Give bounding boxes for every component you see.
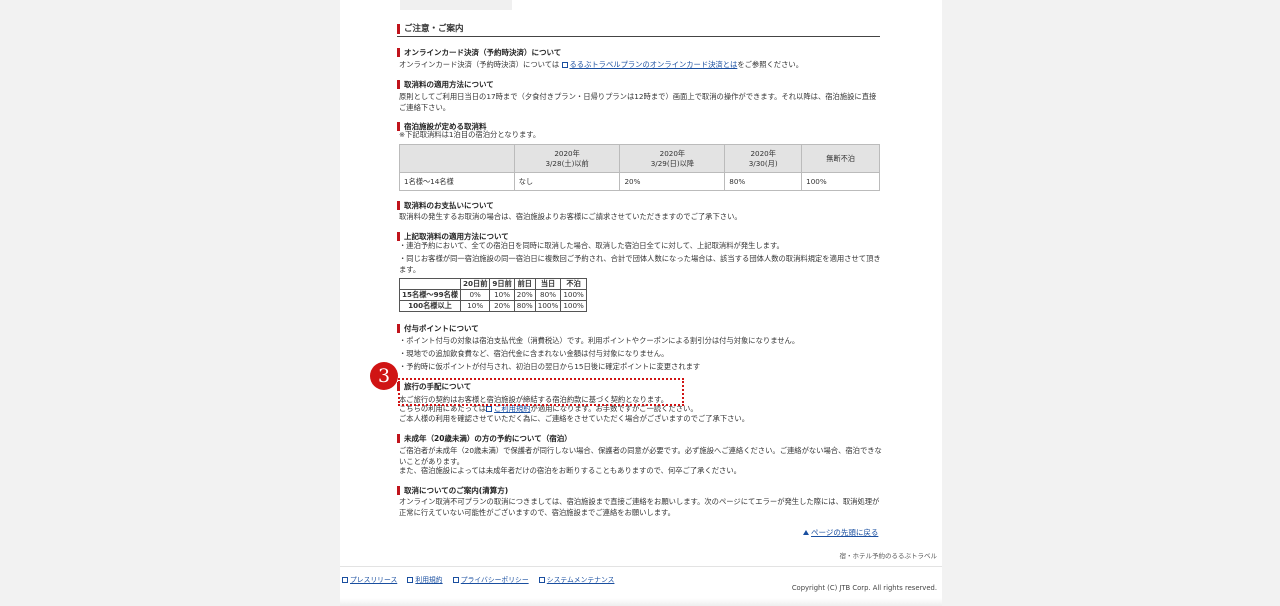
group-cell: 20% xyxy=(513,289,536,301)
group-cell: 100% xyxy=(534,300,562,312)
online-card-text: オンラインカード決済（予約時決済）については るるぶトラベルプランのオンラインカ… xyxy=(399,60,803,69)
top-gray-bar xyxy=(400,0,512,10)
footer-link-terms[interactable]: 利用規約 xyxy=(415,576,442,584)
annotation-highlight-box xyxy=(398,378,684,406)
table-row: 1名様〜14名様 なし 20% 80% 100% xyxy=(399,172,880,191)
points-line1: ・ポイント付与の対象は宿泊支払代金（消費税込）です。利用ポイントやクーポンによる… xyxy=(399,336,800,345)
group-fee-table: 20日前 9日前 前日 当日 不泊 15名様〜99名様 0% 10% 20% 8… xyxy=(399,278,587,312)
fee-header-3: 2020年 3/30(月) xyxy=(724,144,803,173)
group-cell: 10% xyxy=(489,289,515,301)
points-line3: ・予約時に仮ポイントが付与され、初泊日の翌日から15日後に確定ポイントに変更され… xyxy=(399,362,701,371)
points-heading: 付与ポイントについて xyxy=(397,324,880,334)
group-header: 当日 xyxy=(534,278,562,290)
group-cell: 100% xyxy=(560,289,587,301)
external-link-icon xyxy=(407,577,414,583)
above-apply-line2: ・同じお客様が同一宿泊施設の同一宿泊日に複数回ご予約され、合計で団体人数になった… xyxy=(399,254,881,274)
external-link-icon xyxy=(486,406,493,412)
fee-header-empty xyxy=(399,144,515,173)
online-card-link[interactable]: るるぶトラベルプランのオンラインカード決済とは xyxy=(570,60,738,69)
group-header: 前日 xyxy=(513,278,536,290)
cancel-info-text: オンライン取消不可プランの取消につきましては、宿泊施設まで直接ご連絡をお願いしま… xyxy=(399,497,880,517)
group-cell: 20% xyxy=(489,300,515,312)
external-link-icon xyxy=(561,62,568,68)
group-header xyxy=(399,278,461,290)
triangle-up-icon xyxy=(803,530,809,535)
fee-header-4: 無断不泊 xyxy=(801,144,880,173)
back-to-top-link[interactable]: ページの先頭に戻る xyxy=(803,527,878,538)
bottom-strip xyxy=(340,598,942,606)
copyright: Copyright (C) JTB Corp. All rights reser… xyxy=(791,584,937,592)
group-header: 20日前 xyxy=(459,278,491,290)
brand-text: 宿・ホテル予約のるるぶトラベル xyxy=(839,552,938,560)
facility-fee-note: ※下記取消料は1泊目の宿泊分となります。 xyxy=(399,130,541,139)
group-cell: 10% xyxy=(459,300,491,312)
group-cell: 100名様以上 xyxy=(399,300,461,312)
external-link-icon xyxy=(452,577,459,583)
page-content: ご注意・ご案内 オンラインカード決済（予約時決済）について オンラインカード決済… xyxy=(340,0,942,606)
external-link-icon xyxy=(342,577,348,583)
annotation-number-badge: 3 xyxy=(370,362,398,390)
minor-line2: また、宿泊施設によっては未成年者だけの宿泊をお断りすることもありますので、何卒ご… xyxy=(399,466,741,475)
external-link-icon xyxy=(538,577,545,583)
table-row: 15名様〜99名様 0% 10% 20% 80% 100% xyxy=(399,289,587,301)
travel-line3: ご本人様の利用を確認させていただく為に、ご連絡をさせていただく場合がございますの… xyxy=(399,414,750,423)
payment-heading: 取消料のお支払いについて xyxy=(397,201,880,211)
footer-divider xyxy=(340,566,942,567)
facility-fee-table: 2020年 3/28(土)以前 2020年 3/29(日)以降 2020年 3/30(… xyxy=(399,144,880,191)
cancel-apply-heading: 取消料の適用方法について xyxy=(397,80,880,90)
minor-heading: 未成年（20歳未満）の方の予約について（宿泊） xyxy=(397,434,880,444)
points-line2: ・現地での追加飲食費など、宿泊代金に含まれない金額は付与対象になりません。 xyxy=(399,349,669,358)
group-cell: 100% xyxy=(560,300,587,312)
group-cell: 80% xyxy=(534,289,562,301)
payment-text: 取消料の発生するお取消の場合は、宿泊施設よりお客様にご請求させていただきますので… xyxy=(399,212,742,221)
fee-cell: なし xyxy=(513,172,621,191)
table-row: 100名様以上 10% 20% 80% 100% 100% xyxy=(399,300,587,312)
footer-link-press[interactable]: プレスリリース xyxy=(350,576,397,584)
fee-cell: 100% xyxy=(801,172,880,191)
fee-cell: 20% xyxy=(619,172,726,191)
above-apply-line1: ・連泊予約において、全ての宿泊日を同時に取消した場合、取消した宿泊日全てに対して… xyxy=(399,241,784,250)
footer-link-privacy[interactable]: プライバシーポリシー xyxy=(461,576,529,584)
footer-link-maintenance[interactable]: システムメンテナンス xyxy=(547,576,615,584)
group-header: 9日前 xyxy=(489,278,515,290)
cancel-apply-text: 原則としてご利用日当日の17時まで（夕食付きプラン・日帰りプランは12時まで）画… xyxy=(399,92,877,112)
group-cell: 15名様〜99名様 xyxy=(399,289,461,301)
cancel-info-heading: 取消についてのご案内(清算方) xyxy=(397,486,880,496)
notice-main-heading: ご注意・ご案内 xyxy=(397,23,880,37)
group-cell: 0% xyxy=(459,289,491,301)
fee-cell: 80% xyxy=(724,172,803,191)
footer-nav: プレスリリース 利用規約 プライバシーポリシー システムメンテナンス xyxy=(342,574,622,584)
minor-line1: ご宿泊者が未成年（20歳未満）で保護者が同行しない場合、保護者の同意が必要です。… xyxy=(399,446,882,466)
group-cell: 80% xyxy=(513,300,536,312)
fee-header-2: 2020年 3/29(日)以降 xyxy=(619,144,726,173)
fee-cell: 1名様〜14名様 xyxy=(399,172,515,191)
fee-header-1: 2020年 3/28(土)以前 xyxy=(513,144,621,173)
online-card-heading: オンラインカード決済（予約時決済）について xyxy=(397,48,880,58)
group-header: 不泊 xyxy=(560,278,587,290)
